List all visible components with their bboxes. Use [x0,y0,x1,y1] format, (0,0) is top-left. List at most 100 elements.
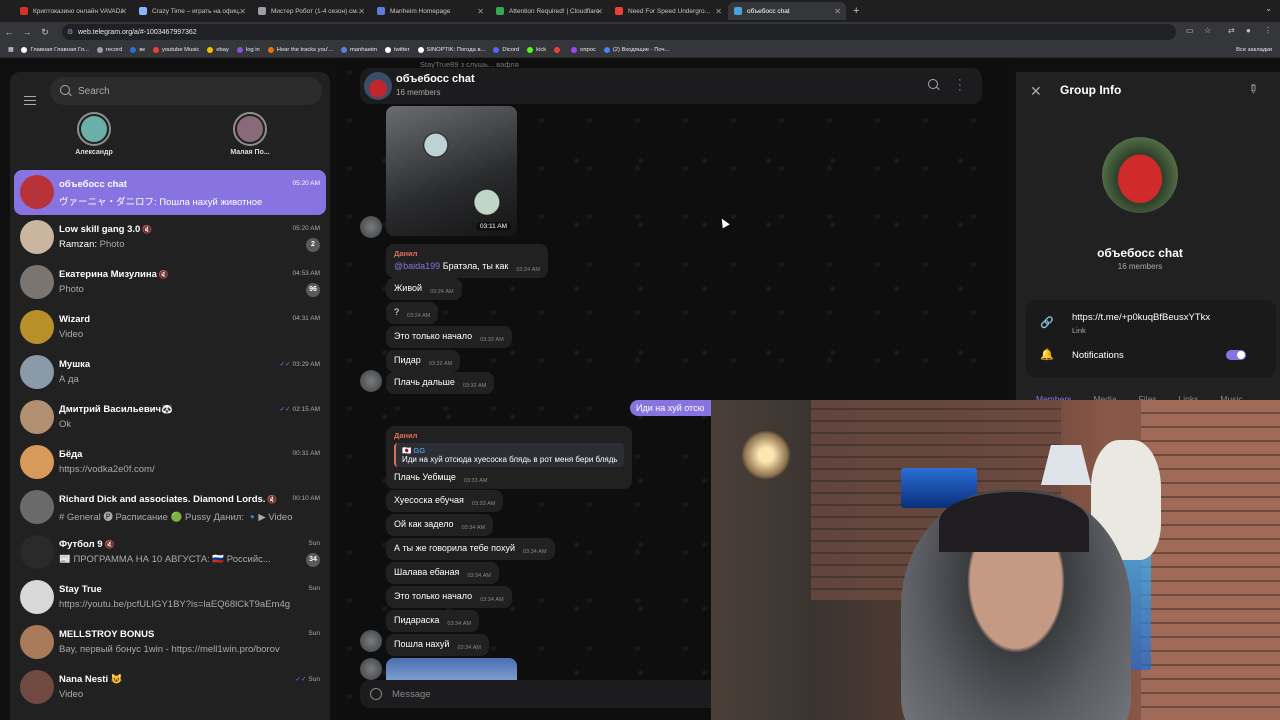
cast-icon[interactable]: ▭ [1186,26,1194,35]
bookmark-star-icon[interactable]: ☆ [1204,26,1211,35]
browser-tab[interactable]: Crazy Time – играть на офиц... ✕ [133,2,251,20]
tab-close-icon[interactable]: ✕ [239,7,246,16]
all-bookmarks-folder[interactable]: Все закладки [1236,47,1272,53]
bookmark-item[interactable]: youtube Music [152,46,199,53]
unread-badge: 2 [306,238,320,252]
message-bubble[interactable]: Хуесоска ебучая 03:33 AM [386,490,504,512]
chat-list-item[interactable]: Richard Dick and associates. Diamond Lor… [14,485,326,530]
message-bubble[interactable]: Пошла нахуй 03:34 AM [386,634,490,656]
sender-avatar[interactable] [360,216,382,238]
chat-time-text: Sun [308,676,320,683]
hamburger-menu-icon[interactable] [24,96,36,105]
message-text: Это только начало [394,591,473,601]
chat-list-item[interactable]: Nana Nesti 😺 Video ✓✓ Sun [14,665,326,710]
tab-search-icon[interactable]: ⌄ [1265,4,1272,13]
outgoing-message[interactable]: Иди на хуй отсю [630,400,711,416]
notifications-toggle[interactable] [1226,350,1246,360]
photo-message[interactable]: 03:11 AM [386,106,517,236]
bookmark-item[interactable]: вк [130,46,145,53]
bookmark-item[interactable]: ebay [207,46,229,53]
new-tab-icon[interactable]: + [853,5,859,17]
tab-close-icon[interactable]: ✕ [358,7,365,16]
reload-icon[interactable]: ↻ [36,27,54,38]
bookmark-item[interactable]: Hear the tracks you'... [267,46,333,53]
chat-avatar [20,445,54,479]
chat-list-item[interactable]: Мушка А да ✓✓ 03:29 AM [14,350,326,395]
browser-tab[interactable]: Attention Required! | Cloudflare ✕ [490,2,608,20]
back-icon[interactable]: ← [0,27,18,37]
bookmark-item[interactable]: опрос [571,46,596,53]
bookmark-item[interactable]: (2) Входящие - Поч... [603,46,669,53]
browser-tab[interactable]: объебосс chat ✕ [728,2,846,20]
message-input[interactable]: Message [392,689,431,700]
chat-list-item[interactable]: объебосс chat ヴァーニャ・ダニロフ: Пошла нахуй жив… [14,170,326,215]
sender-avatar[interactable] [360,630,382,652]
browser-tab[interactable]: Криптоказино онлайн VAVADA ✕ [14,2,132,20]
chat-list-item[interactable]: MELLSTROY BONUS Bay, первый бонус 1win - … [14,620,326,665]
close-icon[interactable]: ✕ [1030,83,1042,100]
bookmark-item[interactable]: SINOPTIK: Погода в... [417,46,485,53]
message-bubble[interactable]: Это только начало 03:32 AM [386,326,512,348]
message-bubble[interactable]: Пидар 03:32 AM [386,350,461,372]
tab-close-icon[interactable]: ✕ [477,7,484,16]
story-item[interactable]: Александр [54,112,134,156]
attach-icon[interactable] [367,685,385,703]
browser-menu-icon[interactable]: ⋮ [1264,26,1272,35]
message-bubble[interactable]: А ты же говорила тебе похуй 03:34 AM [386,538,555,560]
message-bubble[interactable]: Живой 03:24 AM [386,278,462,300]
extensions-icon[interactable]: ⇄ [1228,26,1235,35]
message-bubble[interactable]: Плачь дальше 03:32 AM [386,372,495,394]
bookmark-item[interactable]: log in [236,46,260,53]
mention-link[interactable]: @baida199 [394,261,440,271]
bookmark-item[interactable]: kick [527,46,546,53]
chat-list-item[interactable]: Stay True https://youtu.be/pcfULIGY1BY?is… [14,575,326,620]
sender-avatar[interactable] [360,658,382,680]
browser-tab[interactable]: Мистер Робот (1-4 сезон) см... ✕ [252,2,370,20]
chat-list-item[interactable]: Wizard Video 04:31 AM [14,305,326,350]
message-bubble[interactable]: Ой как задело 03:34 AM [386,514,494,536]
url-bar[interactable]: ⚙ web.telegram.org/a/#-1003467997362 [62,24,1176,40]
bookmark-item[interactable]: record [96,46,122,53]
message-bubble[interactable]: Пидараска 03:34 AM [386,610,479,632]
message-bubble[interactable]: Шалава ебаная 03:34 AM [386,562,499,584]
bookmark-favicon-icon [527,46,534,53]
chat-list-item[interactable]: Екатерина Мизулина 🔇 Photo 04:53 AM 96 [14,260,326,305]
bookmark-item[interactable] [554,46,563,53]
bookmark-item[interactable]: manhaeim [340,46,377,53]
streamer-hair [939,492,1089,552]
chat-time-text: 04:31 AM [292,315,320,322]
tab-close-icon[interactable]: ✕ [715,7,722,16]
message-author[interactable]: Данил [394,249,540,258]
message-bubble[interactable]: Данил @baida199 Братэла, ты как 03:24 AM [386,244,548,278]
invite-link[interactable]: https://t.me/+p0kuqBfBeusxYTkx [1072,312,1210,323]
chat-list-item[interactable]: Low skill gang 3.0 🔇 Ramzan: Photo 05:20 AM… [14,215,326,260]
bookmark-item[interactable]: Dicord [493,46,519,53]
reply-quote[interactable]: 🇯🇵 GG Иди на хуй отсюда хуесоска блядь в … [394,443,624,467]
chat-preview: ヴァーニャ・ダニロフ: Пошла нахуй животное [59,194,309,208]
site-info-icon[interactable]: ⚙ [67,28,73,36]
chat-list-item[interactable]: Футбол 9 🔇 📰 ПРОГРАММА НА 10 АВГУСТА: 🇷🇺 Р… [14,530,326,575]
browser-tab[interactable]: Need For Speed Undergro... ✕ [609,2,727,20]
search-input[interactable]: Search [50,77,322,105]
chat-time-text: Sun [308,630,320,637]
group-avatar-large[interactable] [1102,137,1178,213]
message-author[interactable]: Данил [394,431,624,440]
chat-name-text: Футбол 9 [59,539,103,550]
tab-close-icon[interactable]: ✕ [596,7,603,16]
sender-avatar[interactable] [360,370,382,392]
tab-close-icon[interactable]: ✕ [120,7,127,16]
chat-list-item[interactable]: Дмитрий Васильевич🐼 Ok ✓✓ 02:15 AM [14,395,326,440]
browser-tab[interactable]: Manheim Homepage ✕ [371,2,489,20]
message-bubble[interactable]: Это только начало 03:34 AM [386,586,512,608]
bookmark-item[interactable]: twitter [385,46,410,53]
chat-list-item[interactable]: Бёда https://vodka2e0f.com/00:31 AM [14,440,326,485]
edit-pencil-icon[interactable]: ✎ [1244,80,1261,97]
message-bubble[interactable]: Данил 🇯🇵 GG Иди на хуй отсюда хуесоска бля… [386,426,632,489]
profile-icon[interactable]: ● [1246,26,1251,35]
tab-close-icon[interactable]: ✕ [834,7,841,16]
apps-icon[interactable]: ▦ [8,47,13,53]
story-item[interactable]: Малая По... [210,112,290,156]
bookmark-item[interactable]: Главная Главная Гл... [21,46,89,53]
forward-icon[interactable]: → [18,27,36,37]
message-bubble[interactable]: ? 03:24 AM [386,302,439,324]
